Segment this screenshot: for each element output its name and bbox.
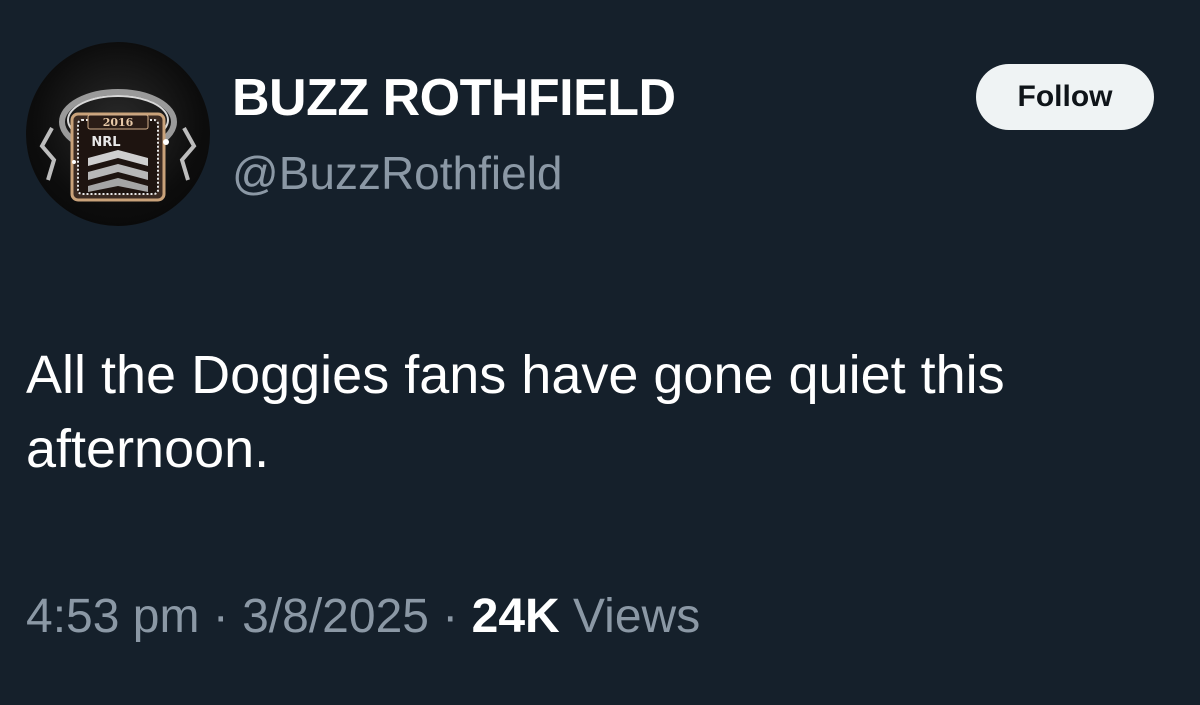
- tweet-time[interactable]: 4:53 pm: [26, 590, 199, 643]
- tweet-date[interactable]: 3/8/2025: [242, 590, 429, 643]
- tweet-card: 2016 NRL BUZZ ROTHFIELD @BuzzRothfield F…: [0, 0, 1200, 705]
- display-name[interactable]: BUZZ ROTHFIELD: [232, 68, 676, 128]
- ring-label-text: NRL: [91, 135, 120, 150]
- views-label: Views: [573, 590, 701, 643]
- ring-icon: 2016 NRL: [39, 89, 197, 202]
- views-count: 24K: [471, 590, 560, 643]
- user-handle[interactable]: @BuzzRothfield: [232, 146, 563, 200]
- ring-year-text: 2016: [103, 116, 134, 129]
- meta-separator: ·: [212, 590, 229, 643]
- avatar[interactable]: 2016 NRL: [26, 42, 210, 226]
- follow-button[interactable]: Follow: [976, 64, 1154, 130]
- tweet-text: All the Doggies fans have gone quiet thi…: [26, 345, 1005, 479]
- tweet-meta: 4:53 pm · 3/8/2025 · 24K Views: [26, 584, 700, 650]
- meta-separator: ·: [442, 590, 459, 643]
